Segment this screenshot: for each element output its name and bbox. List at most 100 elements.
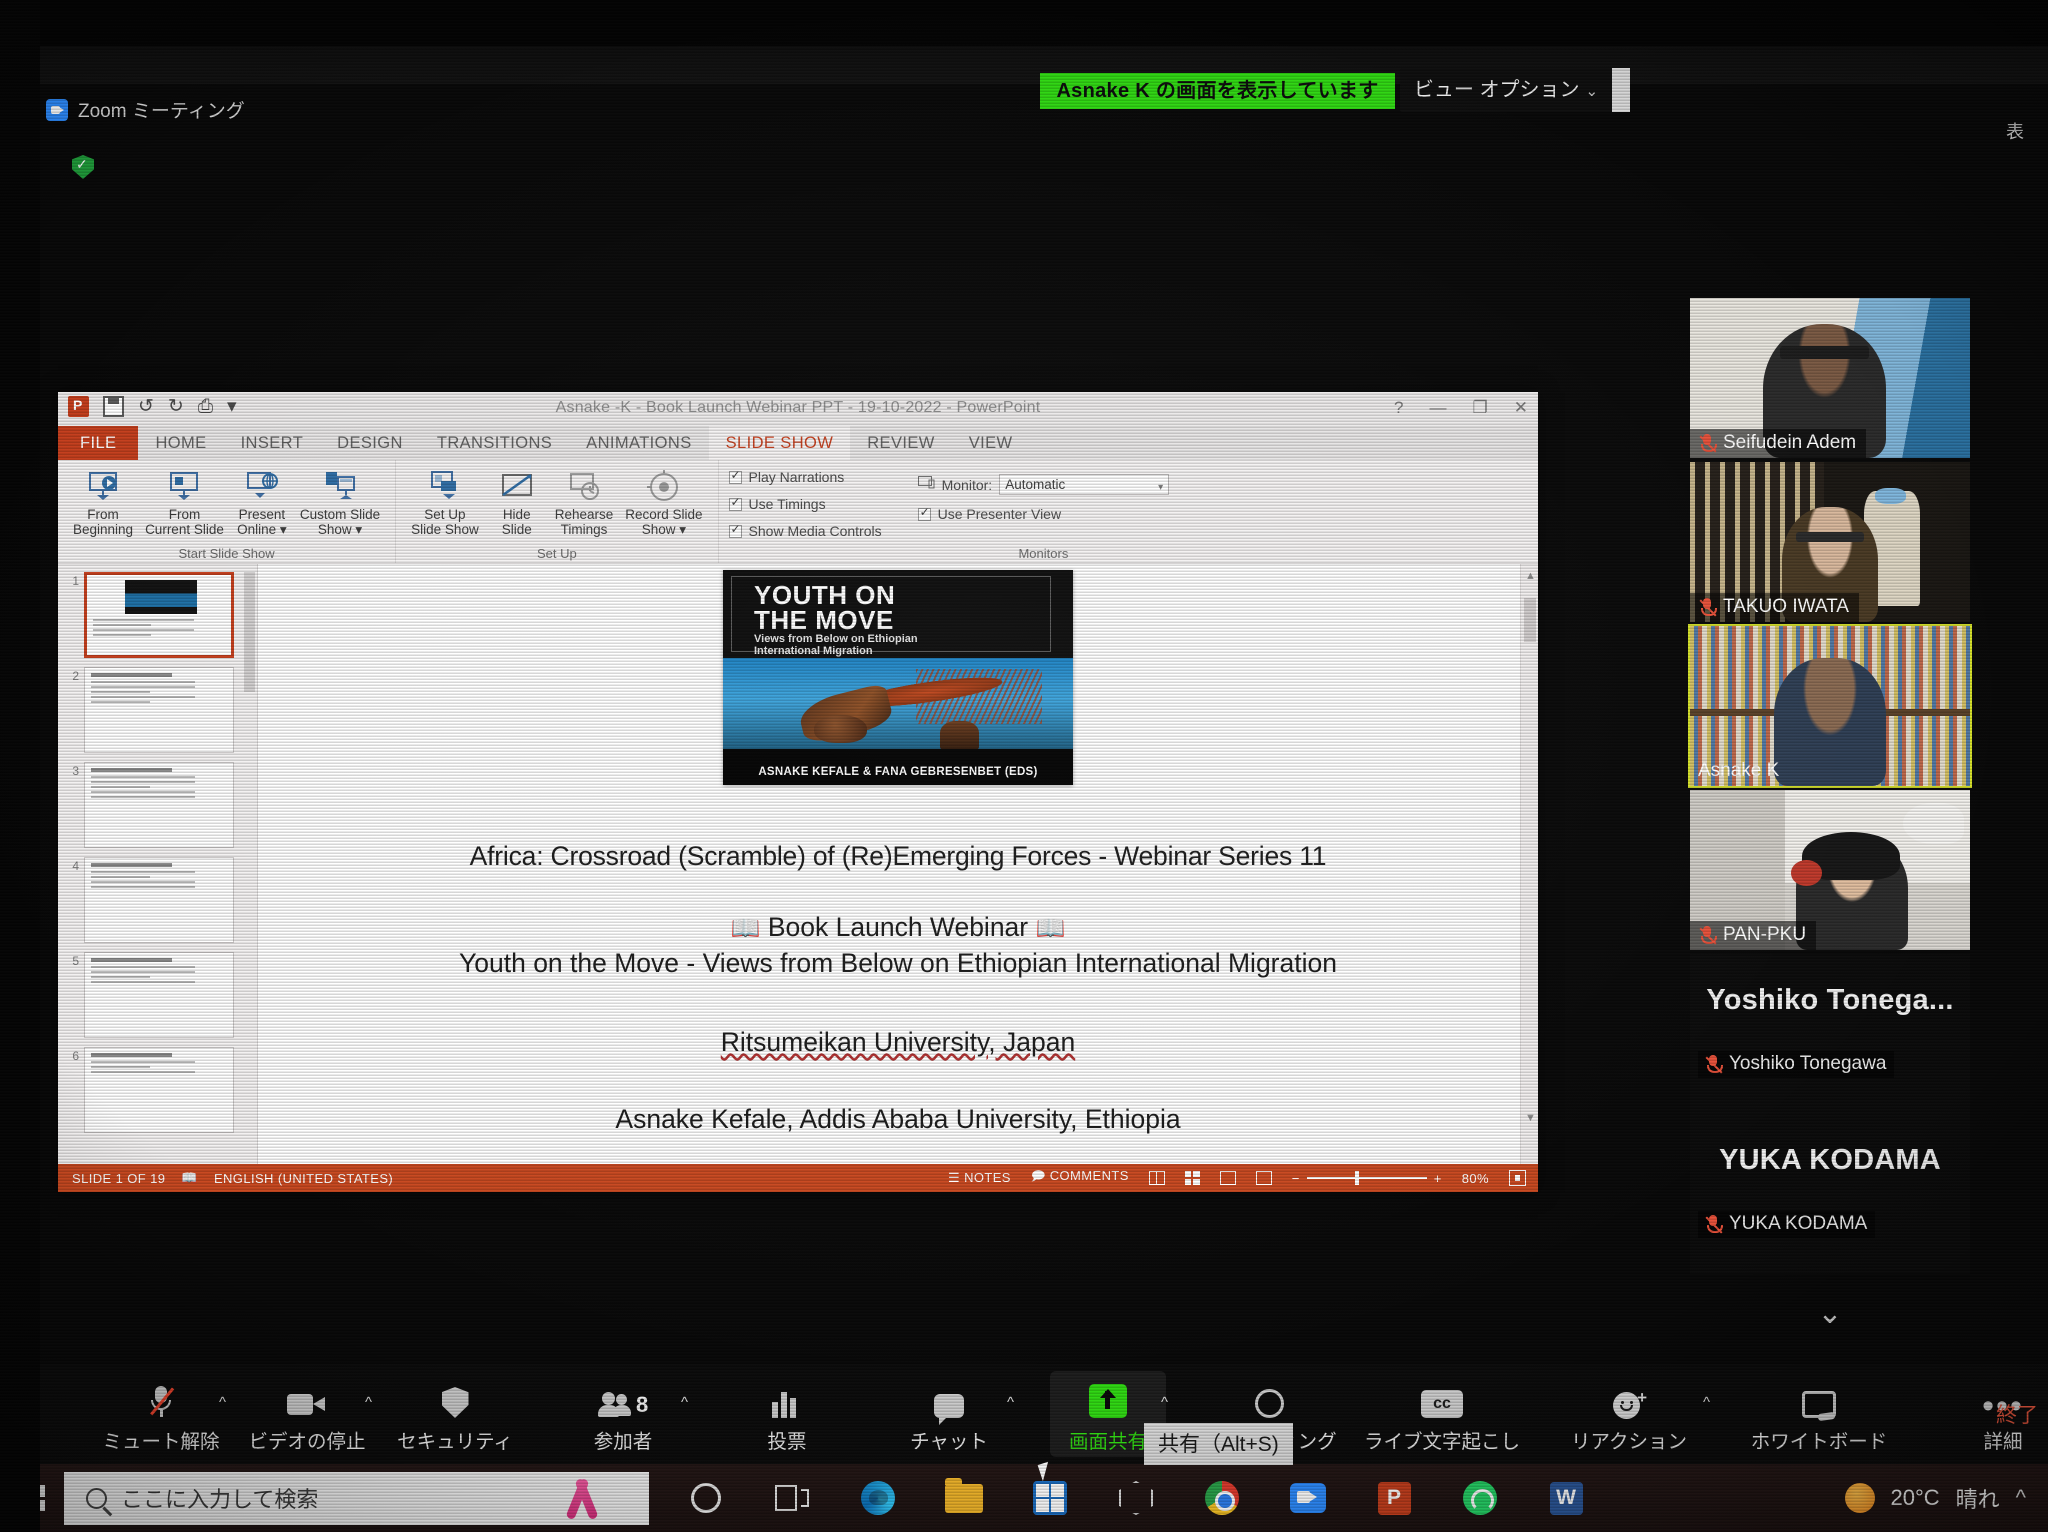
- chevron-up-icon[interactable]: ^: [681, 1394, 688, 1411]
- thumbnail-row[interactable]: 5: [64, 952, 251, 1038]
- participant-tile-seifudein-adem[interactable]: Seifudein Adem: [1690, 298, 1970, 458]
- use-timings-checkbox[interactable]: Use Timings: [728, 495, 882, 512]
- powerpoint-window[interactable]: ↺ ↻ ⎙ ▾ Asnake -K - Book Launch Webinar …: [58, 392, 1538, 1192]
- end-meeting-button[interactable]: 終了: [1996, 1364, 2048, 1464]
- present-online-button[interactable]: Present Online ▾: [231, 465, 293, 539]
- slide-thumbnail-1[interactable]: [84, 572, 234, 658]
- tab-insert[interactable]: INSERT: [224, 426, 321, 460]
- windows-taskbar[interactable]: ここに入力して検索 P W 20°C 晴れ ^: [0, 1464, 2048, 1532]
- monitor-select[interactable]: Automatic ▾: [999, 474, 1170, 495]
- zoom-level-label[interactable]: 80%: [1462, 1171, 1489, 1186]
- share-screen-group[interactable]: 画面共有 ^ 共有（Alt+S): [1050, 1371, 1293, 1465]
- thumbnail-row[interactable]: 3: [64, 762, 251, 848]
- slide-sorter-icon[interactable]: [1184, 1171, 1200, 1185]
- task-view-button[interactable]: [749, 1464, 835, 1532]
- slide-thumbnail-2[interactable]: [84, 667, 234, 753]
- fit-to-window-icon[interactable]: [1509, 1170, 1526, 1186]
- mute-button[interactable]: ミュート解除 ^: [102, 1364, 226, 1464]
- help-icon[interactable]: ?: [1394, 398, 1403, 418]
- tab-review[interactable]: REVIEW: [850, 426, 952, 460]
- window-controls[interactable]: ? — ❐ ✕: [1394, 398, 1528, 418]
- participant-tile-yoshiko-tonegawa[interactable]: Yoshiko Tonega... Yoshiko Tonegawa: [1690, 954, 1970, 1114]
- participant-tile-pan-pku[interactable]: PAN-PKU: [1690, 790, 1970, 950]
- weather-description[interactable]: 晴れ: [1956, 1482, 2000, 1514]
- slide-thumbnail-panel[interactable]: 1 2 3 4 5 6: [58, 564, 258, 1164]
- slide-vertical-scrollbar[interactable]: ▲ ▼: [1520, 564, 1538, 1164]
- tray-expand-icon[interactable]: ^: [2016, 1485, 2026, 1511]
- thumbnail-row[interactable]: 1: [64, 572, 251, 658]
- use-presenter-view-checkbox[interactable]: Use Presenter View: [917, 505, 1170, 522]
- tab-file[interactable]: FILE: [58, 426, 139, 460]
- slide-text-body[interactable]: Africa: Crossroad (Scramble) of (Re)Emer…: [381, 841, 1416, 1135]
- cortana-button[interactable]: [663, 1464, 749, 1532]
- restore-icon[interactable]: ❐: [1473, 398, 1488, 418]
- slide-thumbnail-3[interactable]: [84, 762, 234, 848]
- zoom-slider-track[interactable]: [1306, 1171, 1427, 1185]
- reading-view-icon[interactable]: [1219, 1171, 1236, 1185]
- tab-home[interactable]: HOME: [138, 426, 223, 460]
- powerpoint-taskbar-button[interactable]: P: [1351, 1464, 1437, 1532]
- minimize-icon[interactable]: —: [1430, 398, 1447, 418]
- monitor-row[interactable]: Monitor: Automatic ▾: [917, 474, 1170, 495]
- thumbnail-row[interactable]: 4: [64, 857, 251, 943]
- participants-scroll-down-button[interactable]: ⌄: [1690, 1296, 1970, 1331]
- taskbar-search-input[interactable]: ここに入力して検索: [64, 1471, 649, 1525]
- poll-button[interactable]: 投票: [728, 1364, 846, 1464]
- slide-thumbnail-5[interactable]: [84, 952, 234, 1038]
- participant-tile-yuka-kodama[interactable]: YUKA KODAMA YUKA KODAMA: [1690, 1114, 1970, 1274]
- from-beginning-button[interactable]: From Beginning: [68, 465, 138, 539]
- chevron-up-icon[interactable]: ^: [1703, 1394, 1710, 1411]
- play-narrations-checkbox[interactable]: Play Narrations: [728, 468, 882, 485]
- chevron-up-icon[interactable]: ^: [365, 1394, 372, 1411]
- participant-tile-asnake-k[interactable]: Asnake K: [1688, 624, 1972, 788]
- ribbon-tabs[interactable]: FILE HOME INSERT DESIGN TRANSITIONS ANIM…: [58, 426, 1538, 460]
- rehearse-timings-button[interactable]: Rehearse Timings: [550, 465, 619, 539]
- chat-button[interactable]: チャット ^: [890, 1364, 1014, 1464]
- zoom-out-button[interactable]: −: [1292, 1171, 1300, 1186]
- live-transcript-button[interactable]: cc ライブ文字起こし: [1352, 1364, 1532, 1464]
- ribbon[interactable]: From Beginning From Current Slide Presen…: [58, 460, 1538, 564]
- zoom-slider-knob[interactable]: [1354, 1171, 1359, 1185]
- thumbnail-row[interactable]: 6: [64, 1047, 251, 1133]
- weather-temperature[interactable]: 20°C: [1891, 1485, 1940, 1511]
- reactions-button[interactable]: + リアクション ^: [1554, 1364, 1710, 1464]
- thumbnail-scrollbar[interactable]: [244, 572, 255, 692]
- participants-button[interactable]: 8 参加者 ^: [564, 1364, 688, 1464]
- tab-design[interactable]: DESIGN: [320, 426, 420, 460]
- current-slide[interactable]: YOUTH ON THE MOVE Views from Below on Et…: [380, 564, 1416, 1164]
- tab-view[interactable]: VIEW: [952, 426, 1030, 460]
- language-label[interactable]: ENGLISH (UNITED STATES): [214, 1171, 393, 1186]
- hide-slide-button[interactable]: Hide Slide: [486, 465, 548, 539]
- taskbar-tray[interactable]: 20°C 晴れ ^: [1844, 1482, 2048, 1514]
- thumbnail-row[interactable]: 2: [64, 667, 251, 753]
- close-icon[interactable]: ✕: [1514, 398, 1528, 418]
- spelling-icon[interactable]: 📖: [181, 1170, 198, 1186]
- participant-video-strip[interactable]: Seifudein Adem TAKUO IWATA Asnake K PAN-…: [1688, 298, 1972, 1274]
- notes-button[interactable]: ☰ NOTES: [948, 1170, 1011, 1186]
- custom-slide-show-button[interactable]: Custom Slide Show ▾: [295, 465, 385, 539]
- scroll-down-icon[interactable]: ▼: [1525, 1112, 1536, 1124]
- scrollbar-thumb[interactable]: [1524, 598, 1536, 642]
- whiteboard-button[interactable]: ホワイトボード: [1734, 1364, 1904, 1464]
- slide-show-view-icon[interactable]: [1255, 1171, 1272, 1185]
- tab-transitions[interactable]: TRANSITIONS: [420, 426, 569, 460]
- normal-view-icon[interactable]: [1148, 1171, 1165, 1185]
- chevron-up-icon[interactable]: ^: [1161, 1394, 1168, 1411]
- word-taskbar-button[interactable]: W: [1523, 1464, 1609, 1532]
- stop-video-button[interactable]: ビデオの停止 ^: [248, 1364, 372, 1464]
- chevron-up-icon[interactable]: ^: [1007, 1394, 1014, 1411]
- chevron-up-icon[interactable]: ^: [219, 1394, 226, 1411]
- record-slide-show-button[interactable]: Record Slide Show ▾: [620, 465, 707, 539]
- show-media-controls-checkbox[interactable]: Show Media Controls: [728, 522, 882, 539]
- set-up-slide-show-button[interactable]: Set Up Slide Show: [406, 465, 484, 539]
- zoom-taskbar-button[interactable]: [1265, 1464, 1351, 1532]
- zoom-slider[interactable]: − +: [1292, 1171, 1442, 1186]
- participant-tile-takuo-iwata[interactable]: TAKUO IWATA: [1690, 462, 1970, 622]
- whatsapp-taskbar-button[interactable]: [1437, 1464, 1523, 1532]
- tab-animations[interactable]: ANIMATIONS: [569, 426, 708, 460]
- slide-thumbnail-4[interactable]: [84, 857, 234, 943]
- file-explorer-button[interactable]: [921, 1464, 1007, 1532]
- zoom-meeting-toolbar[interactable]: ミュート解除 ^ ビデオの停止 ^ セキュリティ 8 参加者 ^ 投票 チャット…: [40, 1364, 2048, 1465]
- 3d-viewer-button[interactable]: [1093, 1464, 1179, 1532]
- zoom-in-button[interactable]: +: [1434, 1171, 1442, 1186]
